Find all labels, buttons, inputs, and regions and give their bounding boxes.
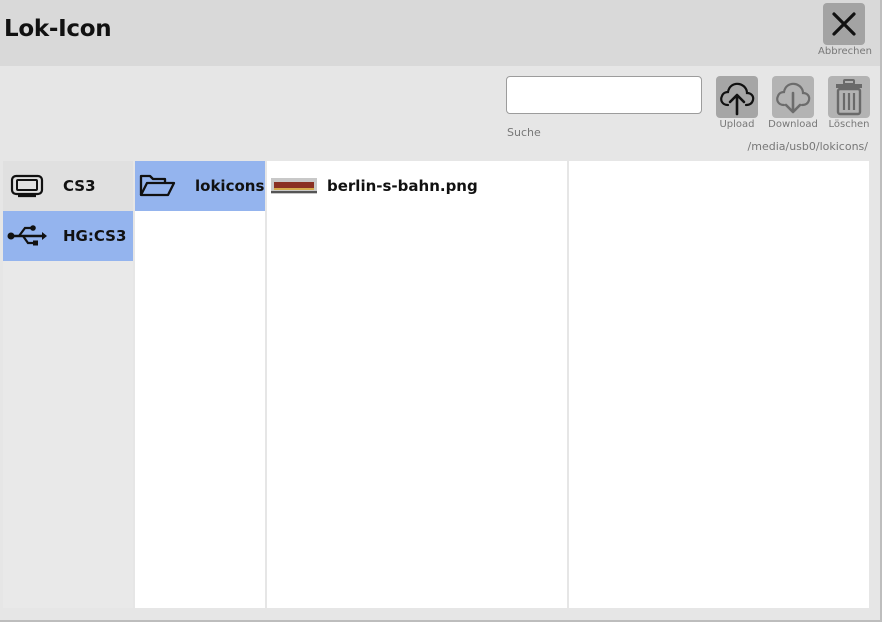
current-path: /media/usb0/lokicons/ [747,140,868,153]
close-button-label: Abbrechen [818,46,872,57]
download-button[interactable] [772,76,814,118]
monitor-icon [5,174,49,198]
download-label: Download [768,119,818,130]
train-thumbnail [271,178,317,194]
folder-label: lokicons [195,177,265,195]
usb-icon [5,224,49,248]
search-label: Suche [507,126,541,139]
delete-button[interactable] [828,76,870,118]
close-button[interactable] [823,3,865,45]
folder-item-lokicons[interactable]: lokicons [135,161,265,211]
file-list: berlin-s-bahn.png [267,161,567,608]
title-bar: Lok-Icon Abbrechen [0,0,880,66]
device-item-cs3[interactable]: CS3 [3,161,133,211]
close-icon [832,12,856,36]
trash-icon [836,79,862,116]
file-item[interactable]: berlin-s-bahn.png [267,161,567,211]
cloud-download-icon [776,82,811,114]
file-label: berlin-s-bahn.png [327,177,478,195]
device-label: HG:CS3 [63,227,127,245]
preview-pane [569,161,869,608]
upload-label: Upload [719,119,755,130]
search-input[interactable] [506,76,702,114]
dialog-window: Lok-Icon Abbrechen Suche Upload Download [0,0,882,622]
device-list: CS3 HG:CS3 [3,161,133,608]
folder-open-icon [135,173,179,199]
folder-list: lokicons [135,161,265,608]
device-item-hg-cs3[interactable]: HG:CS3 [3,211,133,261]
device-label: CS3 [63,177,96,195]
delete-label: Löschen [828,119,870,130]
upload-button[interactable] [716,76,758,118]
dialog-title: Lok-Icon [4,16,112,42]
cloud-upload-icon [720,82,755,116]
